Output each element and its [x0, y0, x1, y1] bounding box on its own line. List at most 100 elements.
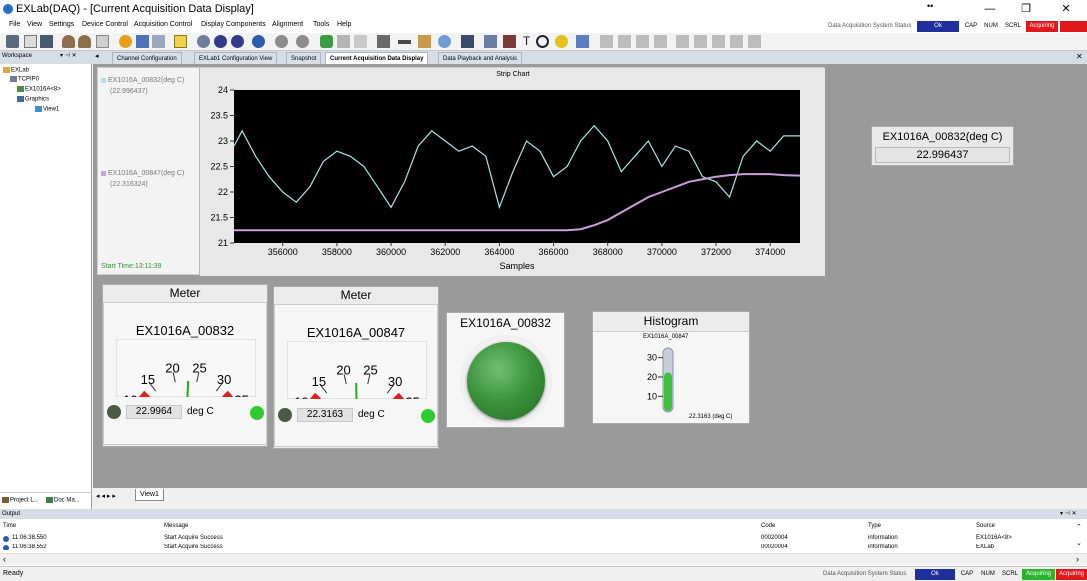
- tab-scroll-left-icon[interactable]: ◂: [95, 52, 99, 60]
- row-message: Start Acquire Success: [164, 535, 223, 541]
- readout-icon[interactable]: [484, 35, 497, 48]
- align-center-icon[interactable]: [618, 35, 631, 48]
- tree-item-ex1016a[interactable]: EX1016A<8>: [17, 86, 61, 93]
- table-row[interactable]: 11:06:38.552 Start Acquire Success 00020…: [0, 544, 1070, 550]
- histogram-panel[interactable]: Histogram EX1016A_00847 30 20 10 22.3163 (…: [592, 311, 750, 424]
- meter-body: EX1016A_00832 10 15 20 25 3035 22.9964 deg C: [103, 302, 267, 445]
- tab-exlab1-configuration-view[interactable]: EXLab1 Configuration View: [194, 52, 278, 64]
- tree-item-exlab[interactable]: EXLab: [3, 67, 29, 74]
- tree-item-tcpip0[interactable]: TCPIP0: [10, 76, 39, 83]
- slider-icon[interactable]: [398, 40, 411, 44]
- user-lock-icon[interactable]: [78, 35, 91, 48]
- open-folder-icon[interactable]: [6, 35, 19, 48]
- row-source: EXLab: [976, 544, 995, 550]
- same-width-icon[interactable]: [712, 35, 725, 48]
- edit-icon[interactable]: [252, 35, 265, 48]
- waveform-icon[interactable]: [377, 35, 390, 48]
- same-size-icon[interactable]: [748, 35, 761, 48]
- cap-indicator: CAP: [964, 23, 978, 29]
- step-back-icon[interactable]: [197, 35, 210, 48]
- folder-icon: [3, 67, 10, 73]
- tab-current-acquisition-data-display[interactable]: Current Acquisition Data Display: [325, 52, 429, 64]
- refresh-icon[interactable]: [119, 35, 132, 48]
- restore-button[interactable]: ❐: [1016, 2, 1036, 16]
- table-icon[interactable]: [503, 35, 516, 48]
- pause-icon[interactable]: [275, 35, 288, 48]
- tab-snapshot[interactable]: Snapshot: [286, 52, 322, 64]
- legend-name: EX1016A_00847(deg C): [108, 170, 185, 177]
- play-icon[interactable]: [296, 35, 309, 48]
- row-code: 00020004: [761, 544, 788, 550]
- close-button[interactable]: ✕: [1056, 2, 1076, 16]
- digital-readout[interactable]: EX1016A_00832(deg C) 22.996437: [871, 126, 1014, 166]
- menu-tools[interactable]: Tools: [313, 21, 329, 28]
- output-header: Output ▾ ⊣ ✕: [0, 509, 1087, 519]
- menu-acquisition-control[interactable]: Acquisition Control: [134, 21, 192, 28]
- tab-project-list[interactable]: Project L...: [2, 497, 39, 504]
- tree-item-view1[interactable]: View1: [35, 106, 59, 113]
- toolbar: T: [0, 33, 1087, 51]
- tree-item-graphics[interactable]: Graphics: [17, 96, 49, 103]
- menu-settings[interactable]: Settings: [49, 21, 74, 28]
- tab-view1[interactable]: View1: [135, 489, 164, 501]
- align-top-icon[interactable]: [654, 35, 667, 48]
- workspace-pin-icon[interactable]: ▾ ⊣ ✕: [60, 52, 77, 59]
- meter-unit: deg C: [358, 409, 385, 420]
- grid-icon[interactable]: [136, 35, 149, 48]
- align-bottom-icon[interactable]: [694, 35, 707, 48]
- record-icon[interactable]: [231, 35, 244, 48]
- menu-view[interactable]: View: [27, 21, 42, 28]
- save-icon[interactable]: [40, 35, 53, 48]
- wand-icon[interactable]: [337, 35, 350, 48]
- scroll-down-icon[interactable]: ⌄: [1076, 539, 1082, 547]
- list-icon[interactable]: [152, 35, 165, 48]
- meter-panel-00832[interactable]: Meter EX1016A_00832 10 15 20 25 3035 22.9964…: [102, 284, 268, 447]
- light-icon[interactable]: [555, 35, 568, 48]
- connect-icon[interactable]: [320, 35, 333, 48]
- gauge-scale-label: 30: [217, 372, 231, 387]
- col-code[interactable]: Code: [761, 523, 775, 529]
- scroll-up-icon[interactable]: ⌃: [1076, 523, 1082, 531]
- scroll-left-icon[interactable]: ‹: [3, 554, 6, 564]
- strip-chart-panel[interactable]: EX1016A_00832(deg C) (22.996437) EX1016A…: [97, 67, 825, 276]
- menu-help[interactable]: Help: [337, 21, 351, 28]
- stop-icon[interactable]: [214, 35, 227, 48]
- col-message[interactable]: Message: [164, 523, 188, 529]
- menu-device-control[interactable]: Device Control: [82, 21, 128, 28]
- col-type[interactable]: Type: [868, 523, 881, 529]
- clock-icon[interactable]: [536, 35, 549, 48]
- align-middle-icon[interactable]: [676, 35, 689, 48]
- scroll-right-icon[interactable]: ›: [1076, 554, 1079, 564]
- led-indicator-panel[interactable]: EX1016A_00832: [446, 312, 565, 428]
- align-left-icon[interactable]: [600, 35, 613, 48]
- layout-icon[interactable]: [576, 35, 589, 48]
- tab-data-playback-and-analysis[interactable]: Data Playback and Analysis: [438, 52, 523, 64]
- minimize-button[interactable]: —: [980, 2, 1000, 16]
- align-right-icon[interactable]: [636, 35, 649, 48]
- menu-file[interactable]: File: [9, 21, 20, 28]
- note-icon[interactable]: [174, 35, 187, 48]
- output-pin-icon[interactable]: ▾ ⊣ ✕: [1060, 509, 1077, 519]
- view-nav-icons[interactable]: ◂ ◂ ▸ ▸: [96, 492, 116, 500]
- copy-icon[interactable]: [96, 35, 109, 48]
- user-icon[interactable]: [62, 35, 75, 48]
- table-row[interactable]: 11:06:38.550 Start Acquire Success 00020…: [0, 535, 1070, 544]
- col-source[interactable]: Source: [976, 523, 995, 529]
- meter-panel-00847[interactable]: Meter EX1016A_00847 10 15 20 25 3035 22.3163…: [273, 286, 439, 449]
- new-file-icon[interactable]: [24, 35, 37, 48]
- palette-icon[interactable]: [438, 35, 451, 48]
- strip-chart[interactable]: Strip Chart 24 23.5 23 22.5 22 21.5 21 356000 3…: [199, 68, 825, 276]
- bar-chart-icon[interactable]: [461, 35, 474, 48]
- legend-item-00847: EX1016A_00847(deg C): [101, 170, 184, 177]
- formula-icon[interactable]: [354, 35, 367, 48]
- horizontal-scrollbar[interactable]: ‹ ›: [0, 553, 1087, 565]
- tab-channel-configuration[interactable]: Channel Configuration: [112, 52, 182, 64]
- tab-doc-manager[interactable]: Doc Ma...: [46, 497, 80, 504]
- col-time[interactable]: Time: [3, 523, 16, 529]
- text-icon[interactable]: T: [520, 35, 533, 48]
- meter-icon[interactable]: [418, 35, 431, 48]
- menu-alignment[interactable]: Alignment: [272, 21, 303, 28]
- same-height-icon[interactable]: [730, 35, 743, 48]
- tab-close-icon[interactable]: ✕: [1076, 52, 1083, 61]
- menu-display-components[interactable]: Display Components: [201, 21, 266, 28]
